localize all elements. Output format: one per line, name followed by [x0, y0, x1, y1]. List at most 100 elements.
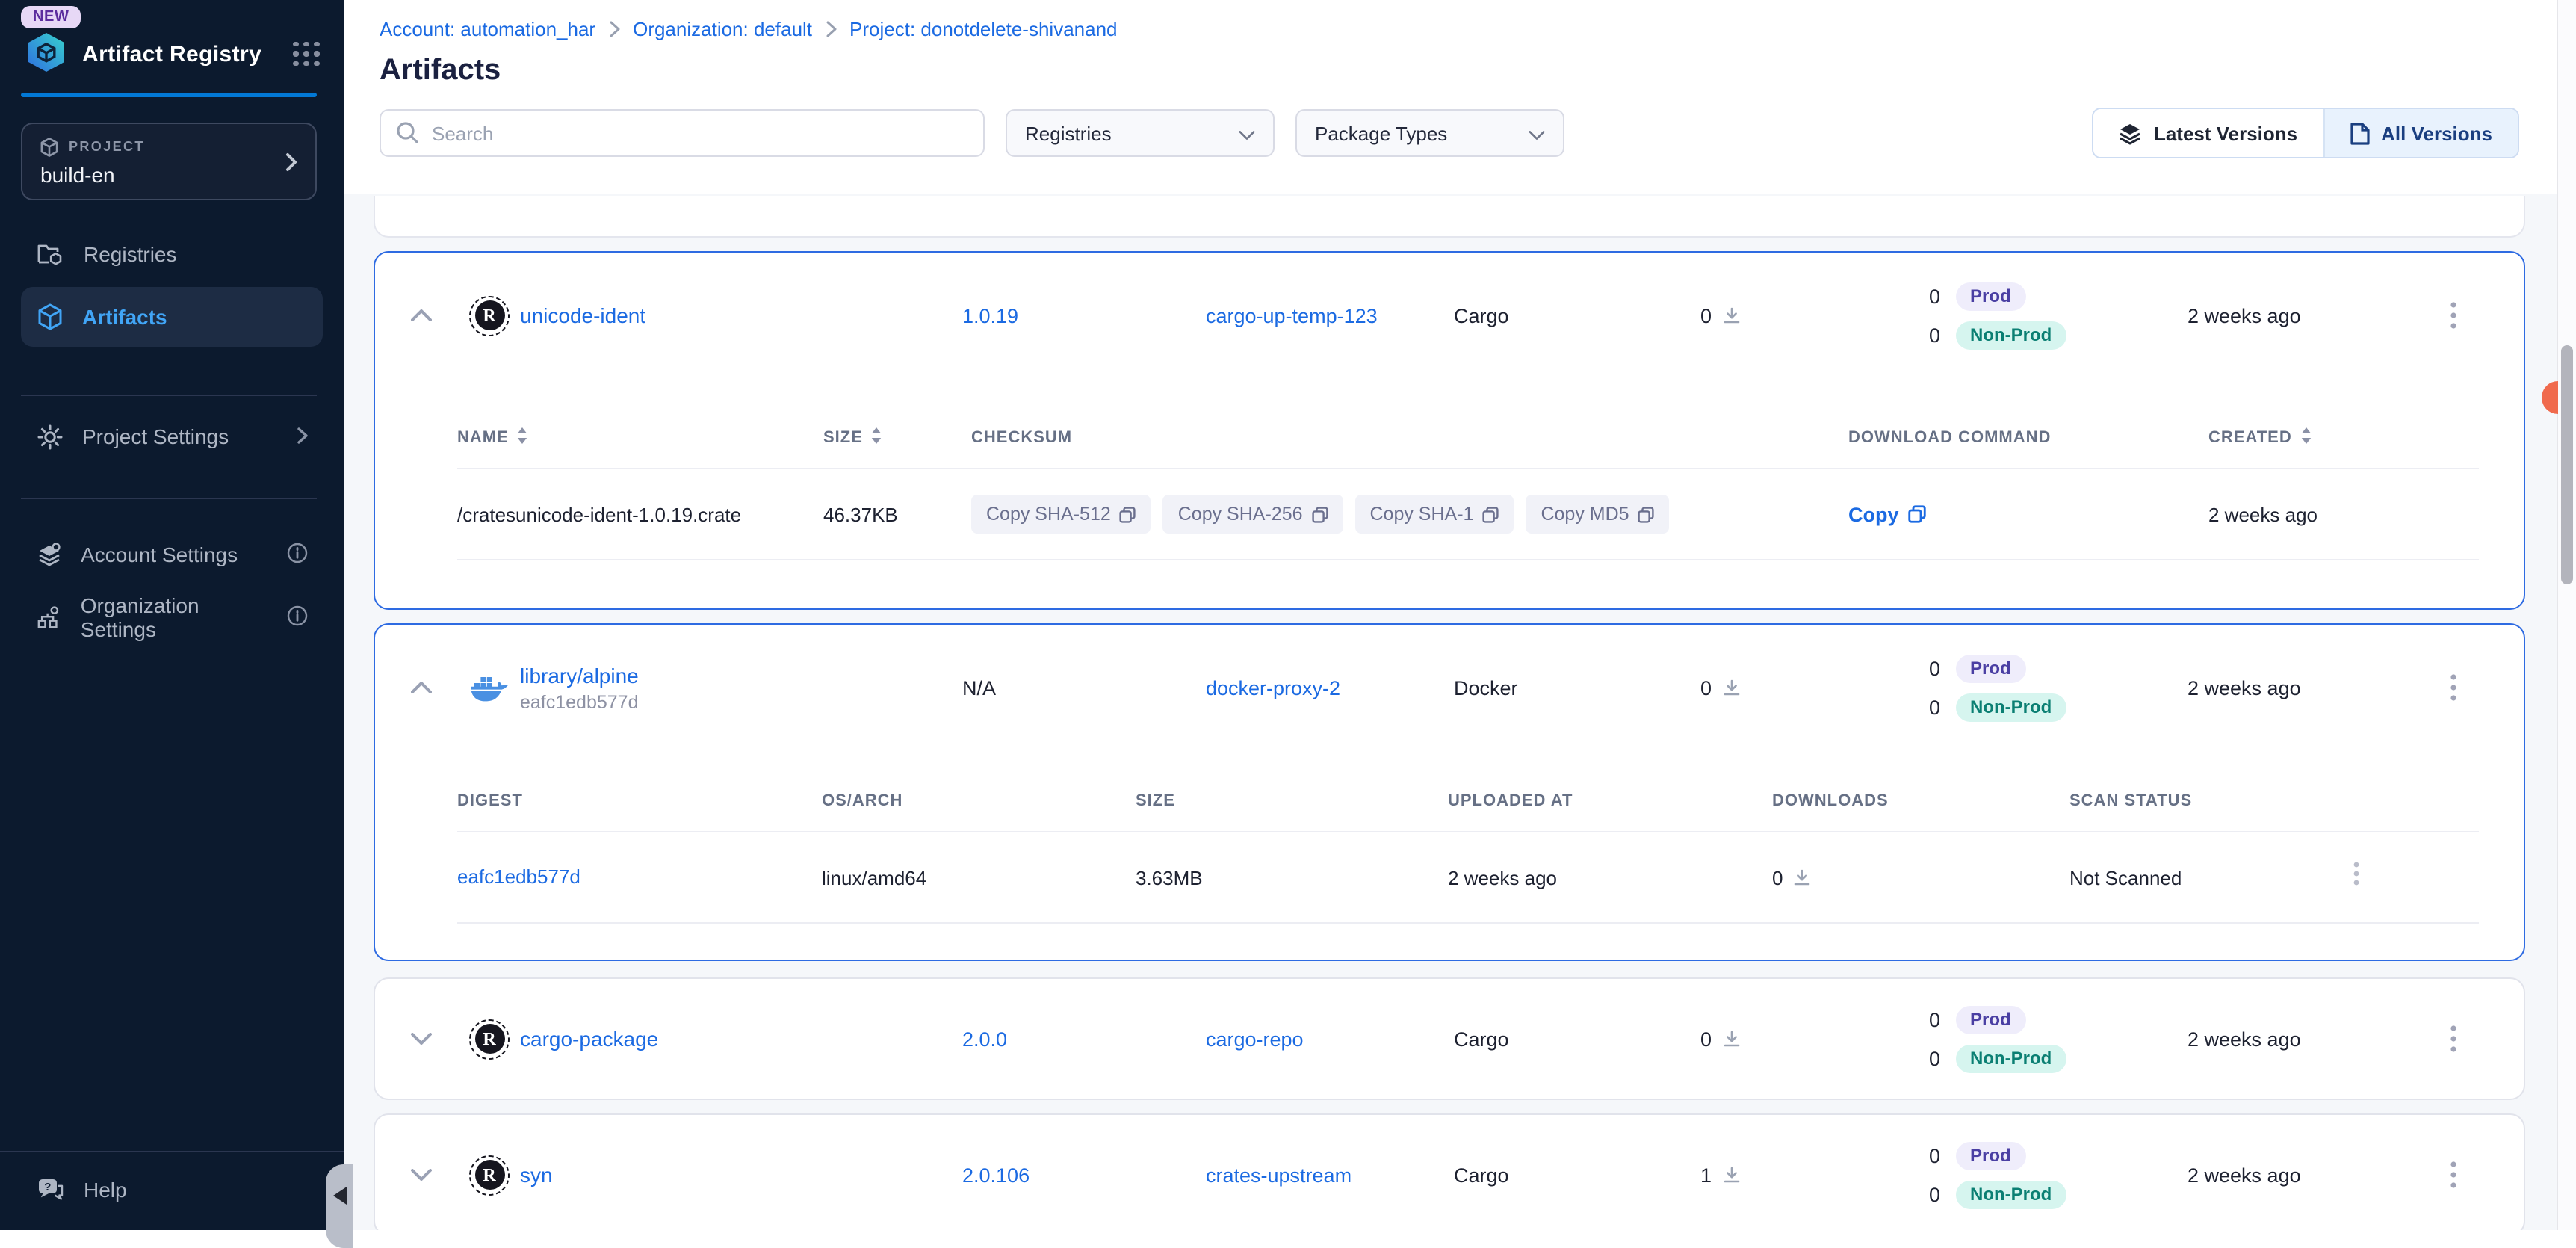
search-icon [396, 121, 418, 151]
document-icon [2350, 122, 2369, 144]
artifact-row[interactable]: library/alpine eafc1edb577d N/A docker-p… [375, 625, 2524, 750]
column-header-name[interactable]: NAME [457, 427, 823, 448]
latest-versions-button[interactable]: Latest Versions [2094, 109, 2323, 157]
sort-icon [518, 427, 528, 448]
search-input[interactable] [380, 109, 985, 157]
row-menu-button[interactable] [2443, 625, 2464, 750]
sidebar-item-help[interactable]: ? Help [0, 1160, 344, 1220]
package-type: Cargo [1454, 253, 1509, 378]
modified-date: 2 weeks ago [2188, 979, 2301, 1099]
chevron-down-icon [1529, 122, 1545, 144]
digest-menu-button[interactable] [2353, 862, 2359, 893]
project-selector-label: PROJECT [69, 139, 145, 154]
info-icon[interactable] [287, 542, 308, 567]
artifact-version-link[interactable]: 2.0.0 [962, 1028, 1007, 1050]
sidebar-item-registries[interactable]: Registries [0, 224, 344, 284]
expand-row-button[interactable] [399, 979, 444, 1099]
digests-table: DIGEST OS/ARCH SIZE UPLOADED AT DOWNLOAD… [375, 771, 2524, 924]
column-header-created[interactable]: CREATED [2208, 427, 2479, 448]
files-table-header: NAME SIZE CHECKSUM DOWNLOAD COMMAND CREA… [457, 408, 2479, 469]
project-name: build-en [40, 162, 297, 186]
sidebar-item-label: Artifacts [82, 305, 167, 329]
artifact-name-link[interactable]: syn [520, 1163, 553, 1187]
registry-folder-icon [37, 242, 64, 266]
project-selector[interactable]: PROJECT build-en [21, 123, 317, 200]
layers-icon [2120, 122, 2142, 144]
chevron-right-icon [285, 152, 297, 176]
package-types-filter-dropdown[interactable]: Package Types [1295, 109, 1564, 157]
sidebar-divider [21, 498, 317, 499]
artifact-registry-link[interactable]: cargo-up-temp-123 [1206, 304, 1378, 327]
copy-sha256-button[interactable]: Copy SHA-256 [1163, 495, 1343, 534]
scan-status: Not Scanned [2069, 866, 2479, 889]
sidebar-item-artifacts[interactable]: Artifacts [21, 287, 323, 347]
expand-row-button[interactable] [399, 1115, 444, 1230]
download-icon [1793, 868, 1811, 886]
uploaded-at: 2 weeks ago [1448, 866, 1772, 889]
chevron-right-icon [826, 21, 836, 37]
chevron-right-icon [297, 424, 308, 448]
files-table: NAME SIZE CHECKSUM DOWNLOAD COMMAND CREA… [375, 408, 2524, 560]
filter-label: Package Types [1315, 122, 1447, 144]
all-versions-button[interactable]: All Versions [2323, 109, 2518, 157]
info-icon[interactable] [287, 605, 308, 630]
copy-sha512-button[interactable]: Copy SHA-512 [971, 495, 1151, 534]
sidebar-item-organization-settings[interactable]: Organization Settings [0, 587, 344, 647]
artifact-name-link[interactable]: unicode-ident [520, 303, 645, 327]
collapse-row-button[interactable] [399, 253, 444, 378]
kebab-menu-icon [2353, 862, 2359, 886]
partial-card [374, 196, 2525, 238]
artifact-registry-link[interactable]: crates-upstream [1206, 1164, 1352, 1186]
artifact-card-library-alpine: library/alpine eafc1edb577d N/A docker-p… [374, 623, 2525, 961]
artifact-version-link[interactable]: 1.0.19 [962, 304, 1018, 327]
registries-filter-dropdown[interactable]: Registries [1006, 109, 1275, 157]
apps-grid-icon[interactable] [293, 42, 320, 67]
os-arch: linux/amd64 [822, 866, 1136, 889]
prod-badge: Prod [1955, 1005, 2026, 1034]
modified-date: 2 weeks ago [2188, 625, 2301, 750]
row-menu-button[interactable] [2443, 979, 2464, 1099]
non-prod-badge: Non-Prod [1955, 1044, 2066, 1072]
artifact-row[interactable]: R cargo-package 2.0.0 cargo-repo Cargo 0… [375, 979, 2524, 1099]
non-prod-count: 0 [1929, 696, 1940, 718]
digest-link[interactable]: eafc1edb577d [457, 865, 580, 888]
org-chart-gear-icon [37, 605, 61, 629]
artifact-card-cargo-package: R cargo-package 2.0.0 cargo-repo Cargo 0… [374, 977, 2525, 1100]
sidebar-item-account-settings[interactable]: Account Settings [0, 525, 344, 584]
collapse-row-button[interactable] [399, 625, 444, 750]
copy-md5-button[interactable]: Copy MD5 [1526, 495, 1669, 534]
column-header-checksum: CHECKSUM [971, 429, 1848, 447]
artifact-registry-link[interactable]: docker-proxy-2 [1206, 676, 1340, 699]
artifact-version: N/A [962, 625, 996, 750]
rust-cargo-icon: R [469, 1115, 510, 1230]
breadcrumb-account-link[interactable]: Account: automation_har [380, 18, 595, 40]
prod-badge: Prod [1955, 1141, 2026, 1170]
copy-icon [1638, 506, 1655, 522]
artifact-name-link[interactable]: library/alpine [520, 663, 639, 687]
digest-download-count: 0 [1772, 866, 1783, 889]
modified-date: 2 weeks ago [2188, 1115, 2301, 1230]
artifact-row[interactable]: R unicode-ident 1.0.19 cargo-up-temp-123… [375, 253, 2524, 378]
sidebar-item-project-settings[interactable]: Project Settings [0, 407, 344, 466]
version-view-toggle: Latest Versions All Versions [2093, 108, 2519, 158]
scrollbar-track[interactable] [2557, 0, 2576, 1230]
filter-label: Registries [1025, 122, 1112, 144]
non-prod-badge: Non-Prod [1955, 693, 2066, 721]
copy-download-command-button[interactable]: Copy [1848, 503, 2208, 525]
row-menu-button[interactable] [2443, 253, 2464, 378]
copy-sha1-button[interactable]: Copy SHA-1 [1355, 495, 1514, 534]
column-header-size[interactable]: SIZE [823, 427, 971, 448]
artifact-version-link[interactable]: 2.0.106 [962, 1164, 1030, 1186]
sidebar-collapse-handle[interactable] [326, 1164, 353, 1248]
digests-table-header: DIGEST OS/ARCH SIZE UPLOADED AT DOWNLOAD… [457, 771, 2479, 832]
artifact-registry-link[interactable]: cargo-repo [1206, 1028, 1304, 1050]
brand-underline [21, 93, 317, 97]
breadcrumb-organization-link[interactable]: Organization: default [633, 18, 812, 40]
scrollbar-thumb[interactable] [2561, 345, 2573, 584]
row-menu-button[interactable] [2443, 1115, 2464, 1230]
artifact-row[interactable]: R syn 2.0.106 crates-upstream Cargo 1 0P… [375, 1115, 2524, 1230]
environment-counts: 0Prod 0Non-Prod [1929, 253, 2066, 378]
breadcrumb-project-link[interactable]: Project: donotdelete-shivanand [849, 18, 1117, 40]
artifact-name-link[interactable]: cargo-package [520, 1027, 658, 1051]
column-header-digest: DIGEST [457, 792, 822, 810]
